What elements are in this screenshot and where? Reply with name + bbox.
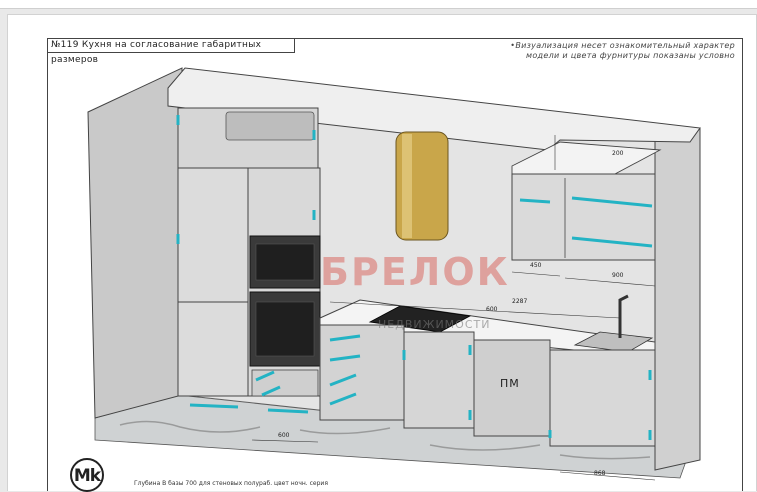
dim-label: 868 (594, 470, 606, 477)
open-base-cabinet (403, 331, 475, 429)
watermark-brand: БРЕЛОК (320, 250, 510, 294)
left-wall (87, 67, 183, 419)
dish-rack-shelf (511, 173, 656, 261)
dim-label: 200 (612, 150, 624, 157)
dim-label: 600 (486, 306, 498, 313)
dim-label: 2287 (512, 298, 528, 305)
dim-label: 600 (278, 432, 290, 439)
fridge-column (177, 167, 249, 397)
dim-label: 900 (612, 272, 624, 279)
footer-spec-text: Глубина В базы 700 для стеновых полураб.… (134, 480, 328, 487)
sink-base-cabinet (549, 349, 656, 447)
right-wall (654, 127, 701, 471)
dim-label: 450 (530, 262, 542, 269)
company-logo: Mk (70, 458, 104, 492)
watermark-subtitle: НЕДВИЖИМОСТИ (378, 318, 491, 331)
module-label: ПМ (500, 377, 520, 390)
kitchen-drawing (87, 67, 701, 481)
